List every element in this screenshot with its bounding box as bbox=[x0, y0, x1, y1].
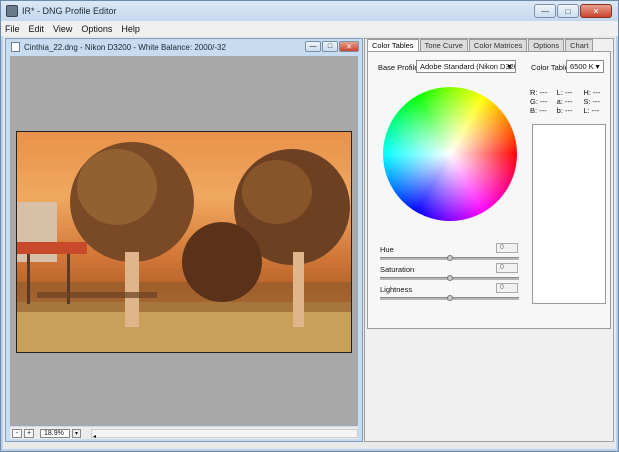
readout-row: B: --- b: --- L: --- bbox=[530, 106, 610, 115]
photo-illustration bbox=[17, 142, 351, 352]
readout-g: G: --- bbox=[530, 97, 548, 106]
app-icon bbox=[6, 5, 18, 17]
color-table-select[interactable]: 6500 K ▼ bbox=[566, 60, 604, 73]
menu-edit[interactable]: Edit bbox=[29, 24, 45, 34]
chevron-down-icon: ▼ bbox=[594, 64, 601, 71]
hue-value-field[interactable]: 0 bbox=[496, 243, 518, 253]
zoom-in-button[interactable]: + bbox=[24, 428, 34, 438]
saturation-slider[interactable] bbox=[380, 275, 519, 281]
readout-b: B: --- bbox=[530, 106, 547, 115]
lightness-slider-thumb[interactable] bbox=[446, 295, 453, 301]
scroll-left-icon[interactable]: ◂ bbox=[92, 434, 96, 440]
chevron-down-icon: ▼ bbox=[506, 64, 513, 71]
image-maximize-button[interactable]: □ bbox=[322, 41, 338, 52]
readout-r: R: --- bbox=[530, 88, 548, 97]
horizontal-scrollbar[interactable]: ◂ bbox=[91, 428, 358, 440]
tab-chart[interactable]: Chart bbox=[565, 39, 594, 51]
base-profile-value: Adobe Standard (Nikon D3200) bbox=[420, 62, 516, 71]
image-minimize-button[interactable]: — bbox=[305, 41, 321, 52]
image-window-title: Cinthia_22.dng - Nikon D3200 - White Bal… bbox=[24, 42, 226, 52]
hue-label: Hue bbox=[380, 245, 394, 254]
lightness-label: Lightness bbox=[380, 285, 413, 294]
hue-slider[interactable] bbox=[380, 255, 519, 261]
image-canvas[interactable] bbox=[10, 56, 358, 426]
readout-s: S: --- bbox=[583, 97, 601, 106]
app-window: IR* - DNG Profile Editor — □ ✕ File Edit… bbox=[0, 0, 619, 452]
menu-bar: File Edit View Options Help bbox=[1, 21, 618, 36]
tab-tone-curve[interactable]: Tone Curve bbox=[419, 39, 468, 51]
photo-preview[interactable] bbox=[16, 131, 352, 353]
hue-slider-thumb[interactable] bbox=[446, 255, 453, 261]
readout-b-lab: b: --- bbox=[556, 106, 573, 115]
zoom-field[interactable]: 18.9% bbox=[40, 428, 70, 438]
image-status-bar: - + 18.9% ▾ ◂ bbox=[10, 427, 358, 440]
tab-options[interactable]: Options bbox=[528, 39, 565, 51]
color-swatch bbox=[532, 124, 606, 304]
readout-h: H: --- bbox=[583, 88, 601, 97]
image-window-title-bar[interactable]: Cinthia_22.dng - Nikon D3200 - White Bal… bbox=[6, 39, 362, 55]
saturation-label: Saturation bbox=[380, 265, 415, 274]
readout-row: R: --- L: --- H: --- bbox=[530, 88, 610, 97]
close-button[interactable]: ✕ bbox=[580, 4, 612, 18]
client-area: Cinthia_22.dng - Nikon D3200 - White Bal… bbox=[3, 36, 616, 449]
minimize-button[interactable]: — bbox=[534, 4, 556, 18]
color-table-label: Color Table: bbox=[531, 63, 571, 72]
menu-view[interactable]: View bbox=[53, 24, 72, 34]
base-profile-label: Base Profile: bbox=[378, 63, 421, 72]
color-wheel[interactable] bbox=[383, 87, 517, 221]
color-table-value: 6500 K bbox=[570, 62, 594, 71]
readout-lightness: L: --- bbox=[583, 106, 600, 115]
color-tables-pane: Base Profile: Adobe Standard (Nikon D320… bbox=[367, 51, 611, 329]
readout-a: a: --- bbox=[556, 97, 573, 106]
document-icon bbox=[11, 42, 20, 52]
lightness-slider[interactable] bbox=[380, 295, 519, 301]
saturation-value-field[interactable]: 0 bbox=[496, 263, 518, 273]
menu-file[interactable]: File bbox=[5, 24, 20, 34]
saturation-slider-thumb[interactable] bbox=[446, 275, 453, 281]
menu-options[interactable]: Options bbox=[81, 24, 112, 34]
window-title: IR* - DNG Profile Editor bbox=[22, 6, 117, 16]
zoom-out-button[interactable]: - bbox=[12, 428, 22, 438]
lightness-value-field[interactable]: 0 bbox=[496, 283, 518, 293]
readout-row: G: --- a: --- S: --- bbox=[530, 97, 610, 106]
color-readout: R: --- L: --- H: --- G: --- a: --- S: --… bbox=[530, 88, 610, 115]
image-close-button[interactable]: ✕ bbox=[339, 41, 359, 52]
tab-color-matrices[interactable]: Color Matrices bbox=[468, 39, 528, 51]
image-window: Cinthia_22.dng - Nikon D3200 - White Bal… bbox=[5, 38, 363, 442]
editor-panel: Color Tables Tone Curve Color Matrices O… bbox=[364, 38, 614, 442]
maximize-button[interactable]: □ bbox=[557, 4, 579, 18]
readout-l: L: --- bbox=[556, 88, 573, 97]
base-profile-select[interactable]: Adobe Standard (Nikon D3200) ▼ bbox=[416, 60, 516, 73]
zoom-dropdown-icon[interactable]: ▾ bbox=[72, 428, 81, 438]
title-bar[interactable]: IR* - DNG Profile Editor — □ ✕ bbox=[1, 1, 618, 21]
menu-help[interactable]: Help bbox=[121, 24, 140, 34]
